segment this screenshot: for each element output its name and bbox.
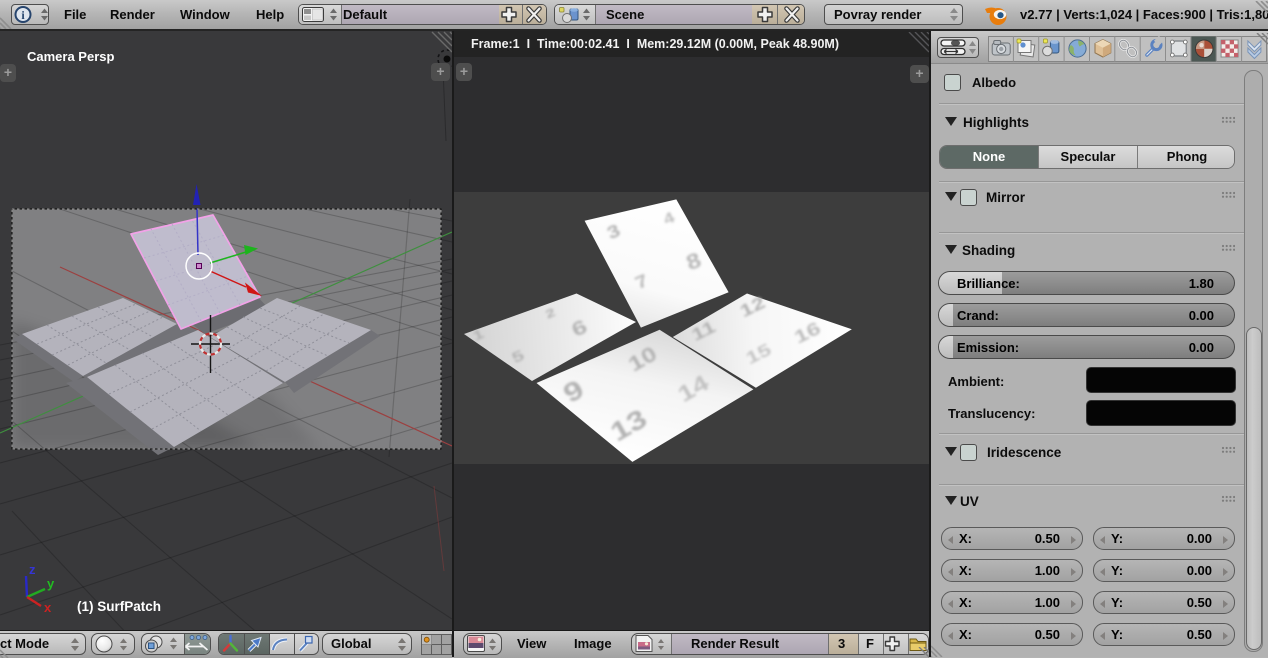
svg-text:x: x [44, 600, 52, 615]
svg-text:z: z [29, 562, 36, 577]
svg-text:y: y [47, 576, 55, 591]
